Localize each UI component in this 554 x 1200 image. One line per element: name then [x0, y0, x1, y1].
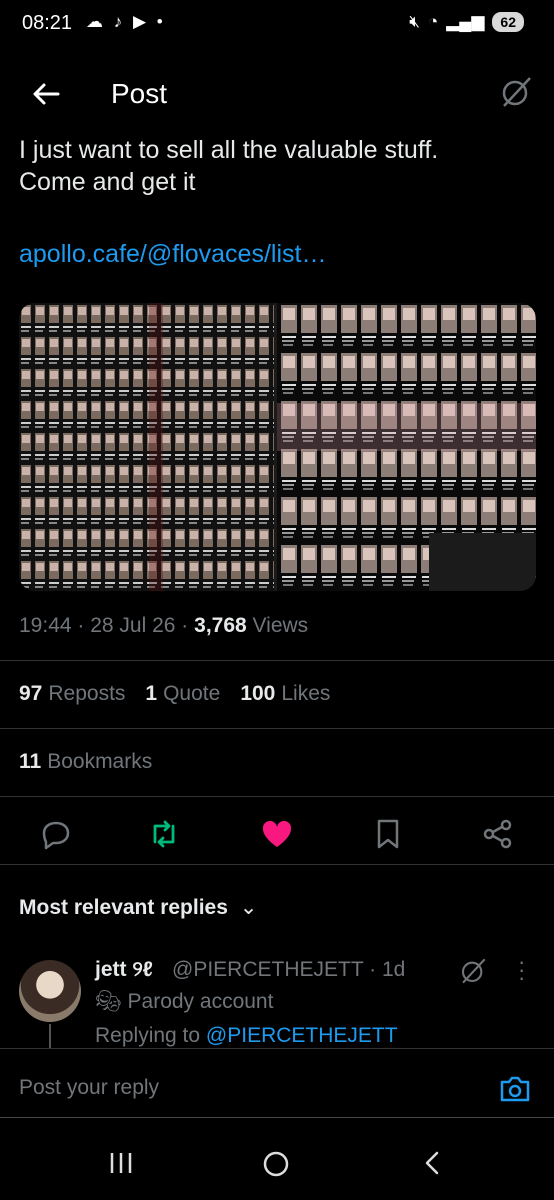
- replying-prefix: Replying to: [95, 1024, 201, 1047]
- share-icon[interactable]: [480, 816, 516, 852]
- divider: [0, 660, 554, 661]
- reply-author-handle[interactable]: @PIERCETHEJETT · 1d: [172, 958, 405, 982]
- likes-label: Likes: [281, 682, 331, 705]
- bookmarks-label: Bookmarks: [47, 750, 153, 773]
- recents-icon[interactable]: [108, 1150, 134, 1176]
- replies-sort-dropdown[interactable]: Most relevant replies ⌄: [19, 895, 257, 920]
- tweet-date: 28 Jul 26: [90, 614, 176, 637]
- divider: [0, 796, 554, 797]
- quotes-stat[interactable]: 1 Quote: [145, 682, 220, 706]
- mask-icon: 🎭︎: [95, 990, 122, 1013]
- wifi-icon: ◔: [427, 12, 439, 31]
- mute-icon: 🔇︎: [409, 12, 420, 31]
- quotes-count: 1: [145, 682, 158, 705]
- tweet-meta: 19:44 · 28 Jul 26 · 3,768 Views: [19, 614, 309, 637]
- bookmarks-stat[interactable]: 11 Bookmarks: [19, 750, 152, 774]
- replies-sort-label: Most relevant replies: [19, 896, 228, 919]
- reposts-label: Reposts: [48, 682, 126, 705]
- parody-text: Parody account: [127, 990, 274, 1013]
- tweet-text: I just want to sell all the valuable stu…: [19, 134, 539, 198]
- status-right-icons: 🔇︎ ◔ ▂▄▆ 62: [409, 12, 524, 32]
- reply-icon[interactable]: [38, 816, 74, 852]
- status-bar: 08:21 ☁ ♪ ▶ • 🔇︎ ◔ ▂▄▆ 62: [0, 0, 554, 52]
- thread-line: [49, 1024, 51, 1050]
- signal-icon: ▂▄▆: [446, 12, 485, 31]
- replying-to-handle[interactable]: @PIERCETHEJETT: [206, 1024, 398, 1047]
- reposts-stat[interactable]: 97 Reposts: [19, 682, 125, 706]
- page-title: Post: [111, 78, 168, 109]
- tweet-link[interactable]: apollo.cafe/@flovaces/list…: [19, 240, 326, 269]
- status-notification-icons: ☁ ♪ ▶ •: [86, 12, 166, 31]
- bookmark-icon[interactable]: [370, 816, 406, 852]
- reply-input[interactable]: Post your reply: [19, 1076, 159, 1100]
- replying-to: Replying to @PIERCETHEJETT: [95, 1024, 398, 1048]
- divider: [0, 728, 554, 729]
- grok-icon[interactable]: [498, 74, 534, 110]
- parody-label: 🎭︎ Parody account: [95, 990, 273, 1014]
- tweet-time: 19:44: [19, 614, 72, 637]
- repost-icon[interactable]: [146, 816, 182, 852]
- likes-count: 100: [240, 682, 276, 705]
- avatar[interactable]: [19, 960, 81, 1022]
- engagement-stats: 97 Reposts 1 Quote 100 Likes: [19, 682, 330, 706]
- tweet-actions: [0, 808, 554, 860]
- likes-stat[interactable]: 100 Likes: [240, 682, 330, 706]
- divider: [0, 1117, 554, 1118]
- like-icon[interactable]: [259, 816, 295, 852]
- quotes-label: Quote: [163, 682, 221, 705]
- tweet-image[interactable]: [19, 303, 536, 591]
- chevron-down-icon: ⌄: [239, 896, 258, 919]
- views-count: 3,768: [194, 614, 247, 637]
- divider: [0, 864, 554, 865]
- views-label: Views: [252, 614, 309, 637]
- tweet-text-line: Come and get it: [19, 168, 196, 196]
- photocard-collage-image: [19, 303, 536, 591]
- grok-icon[interactable]: [458, 956, 488, 986]
- bookmarks-count: 11: [19, 750, 42, 773]
- camera-icon[interactable]: [498, 1072, 532, 1106]
- more-options-icon[interactable]: · · ·: [518, 951, 525, 989]
- back-nav-icon[interactable]: [420, 1150, 446, 1176]
- battery-badge: 62: [492, 12, 524, 32]
- home-icon[interactable]: [262, 1150, 290, 1178]
- system-nav-bar: [0, 1120, 554, 1200]
- back-arrow-icon[interactable]: [28, 76, 64, 112]
- reposts-count: 97: [19, 682, 43, 705]
- reply-author-name[interactable]: jett ୨ℓ: [95, 958, 153, 982]
- status-time: 08:21: [22, 12, 73, 34]
- tweet-text-line: I just want to sell all the valuable stu…: [19, 136, 439, 164]
